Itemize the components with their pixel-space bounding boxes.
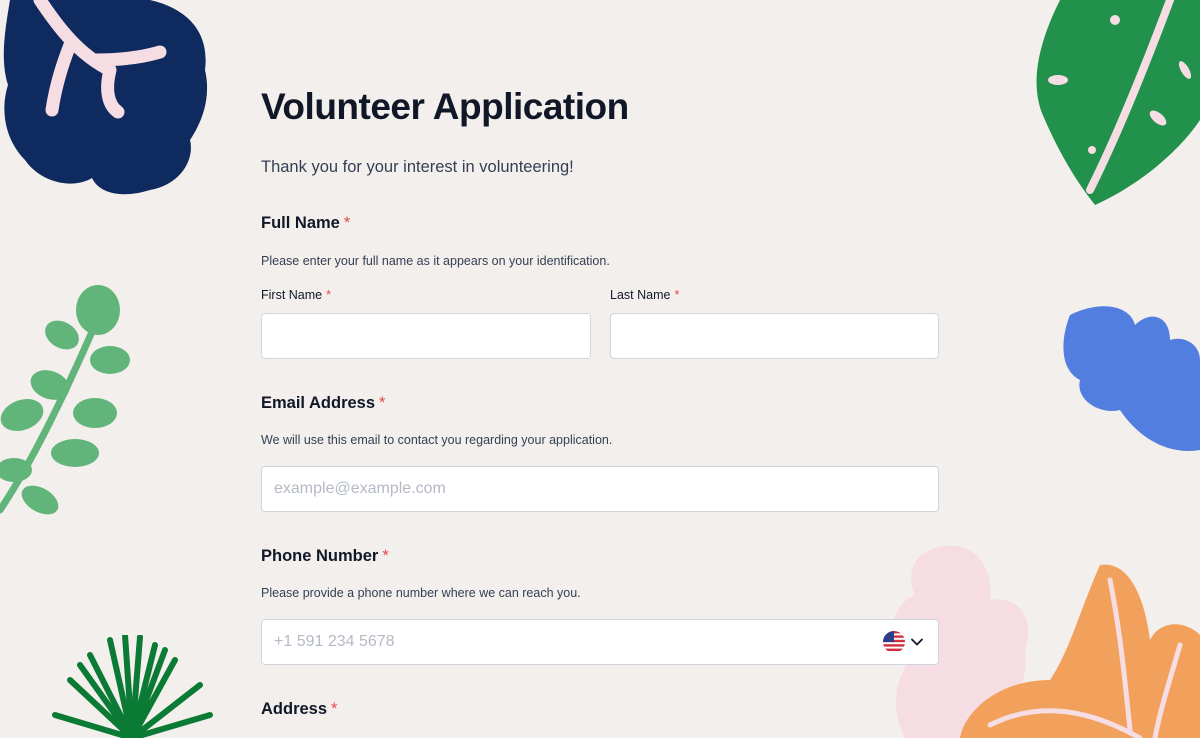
blue-leaf-decoration [1063,306,1200,451]
navy-leaf-decoration [3,0,208,195]
phone-input[interactable] [261,619,939,665]
last-name-input[interactable] [610,313,939,359]
fern-decoration [52,635,213,738]
last-name-label-text: Last Name [610,288,671,302]
first-name-label: First Name * [261,288,331,302]
phone-field [261,619,939,665]
required-marker: * [674,288,680,302]
email-help: We will use this email to contact you re… [261,433,613,447]
sage-leaf-decoration [0,285,130,515]
address-label-text: Address [261,700,328,718]
full-name-label-text: Full Name [261,214,340,232]
last-name-label: Last Name * [610,288,679,302]
orange-leaf-decoration [960,564,1200,738]
phone-label: Phone Number * [261,547,389,566]
email-label: Email Address * [261,394,385,413]
phone-help: Please provide a phone number where we c… [261,586,581,600]
us-flag-icon [883,631,905,653]
full-name-help: Please enter your full name as it appear… [261,254,610,268]
chevron-down-icon [911,638,923,646]
form-subtitle: Thank you for your interest in volunteer… [261,158,574,176]
country-code-dropdown[interactable] [883,629,929,655]
required-marker: * [343,214,351,232]
page: Volunteer Application Thank you for your… [0,0,1200,738]
email-input[interactable] [261,466,939,512]
first-name-label-text: First Name [261,288,323,302]
required-marker: * [331,700,338,718]
full-name-label: Full Name * [261,214,350,233]
phone-label-text: Phone Number [261,547,379,565]
first-name-input[interactable] [261,313,591,359]
address-label: Address * [261,700,337,719]
required-marker: * [326,288,331,302]
page-title: Volunteer Application [261,86,629,127]
required-marker: * [382,547,389,565]
green-leaf-decoration [1036,0,1200,205]
required-marker: * [379,394,386,412]
email-label-text: Email Address [261,394,376,412]
